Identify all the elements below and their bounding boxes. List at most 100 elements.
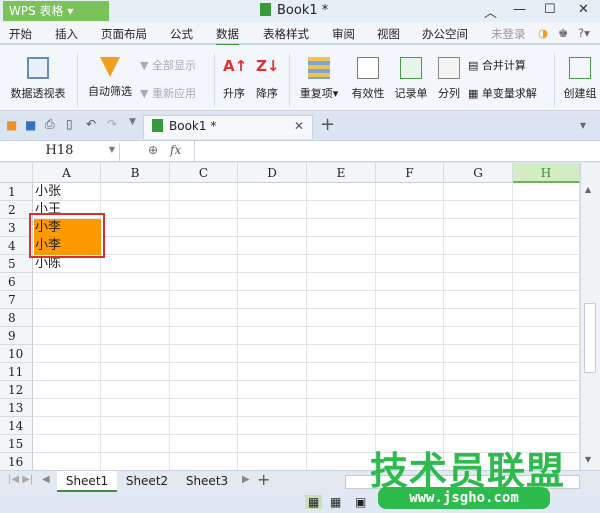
row-header-15[interactable]: 15 (0, 435, 33, 453)
menu-formula[interactable]: 公式 (170, 26, 193, 42)
label: 创建组 (563, 87, 597, 100)
row-header-16[interactable]: 16 (0, 453, 33, 471)
page-layout-view-icon[interactable]: ▣ (355, 495, 366, 509)
row-header-8[interactable]: 8 (0, 309, 33, 327)
page-break-view-icon[interactable]: ▦ (330, 495, 341, 509)
duplicates-button[interactable]: 重复项▾ (296, 57, 342, 101)
chevron-down-icon[interactable]: ▼ (109, 145, 115, 154)
help-icon[interactable]: ?▾ (578, 26, 590, 40)
gridline (33, 416, 580, 417)
menu-table-style[interactable]: 表格样式 (263, 26, 309, 42)
gridline (33, 308, 580, 309)
watermark-url: www.jsgho.com (378, 487, 550, 509)
sheet-tab-sheet3[interactable]: Sheet3 (177, 471, 237, 492)
open-icon[interactable]: ■ (6, 118, 17, 132)
spreadsheet-grid[interactable]: A B C D E F G H 1 2 3 4 5 6 7 8 9 10 11 12 13 14 15 16 小张 小王 小李 小李小… (0, 163, 580, 471)
title-text: Book1 * (277, 3, 329, 18)
row-header-10[interactable]: 10 (0, 345, 33, 363)
first-sheet-icon[interactable]: |◀ ▶| (8, 474, 33, 485)
consolidate-button[interactable]: ▤ 合并计算 (468, 57, 526, 73)
fx-insert-function-button[interactable]: fx (170, 143, 181, 157)
record-form-button[interactable]: 记录单 (393, 57, 429, 101)
cell-a1[interactable]: 小张 (34, 183, 101, 201)
next-sheet-icon[interactable]: ▶ (242, 474, 250, 485)
column-header-b[interactable]: B (101, 163, 170, 183)
row-header-13[interactable]: 13 (0, 399, 33, 417)
sort-descending-button[interactable]: Z↓ 降序 (253, 57, 281, 101)
sheet-tab-sheet2[interactable]: Sheet2 (117, 471, 177, 492)
scroll-down-icon[interactable]: ▼ (585, 455, 591, 464)
document-tab[interactable]: Book1 * ✕ (143, 115, 313, 139)
ribbon-collapse-icon[interactable]: ︿ (484, 2, 497, 21)
divider (214, 53, 215, 107)
row-header-6[interactable]: 6 (0, 273, 33, 291)
prev-sheet-icon[interactable]: ◀ (42, 474, 50, 485)
show-all-button[interactable]: ▼ 全部显示 (140, 57, 196, 73)
reapply-button[interactable]: ▼ 重新应用 (140, 85, 196, 101)
add-sheet-icon[interactable]: + (257, 470, 270, 489)
menu-review[interactable]: 审阅 (332, 26, 355, 42)
print-preview-icon[interactable]: ▯ (66, 117, 73, 131)
pivot-table-icon (27, 57, 49, 79)
pivot-table-button[interactable]: 数据透视表 (8, 57, 68, 101)
menu-insert[interactable]: 插入 (55, 26, 78, 42)
close-tab-icon[interactable]: ✕ (294, 119, 304, 133)
undo-icon[interactable]: ↶ (86, 117, 96, 131)
gridline (169, 183, 170, 471)
maximize-button[interactable]: ☐ (544, 2, 556, 17)
login-link[interactable]: 未登录 (491, 26, 526, 42)
sheet-tab-sheet1[interactable]: Sheet1 (57, 471, 117, 492)
menu-page-layout[interactable]: 页面布局 (101, 26, 147, 42)
tab-label: Book1 * (169, 119, 217, 133)
normal-view-icon[interactable]: ▦ (305, 495, 323, 509)
menu-view[interactable]: 视图 (377, 26, 400, 42)
goal-seek-button[interactable]: ▦ 单变量求解 (468, 85, 537, 101)
formula-input[interactable] (194, 141, 600, 161)
label: 记录单 (394, 87, 428, 100)
menu-start[interactable]: 开始 (9, 26, 32, 42)
column-header-f[interactable]: F (376, 163, 444, 183)
menu-data[interactable]: 数据 (216, 26, 239, 46)
column-header-e[interactable]: E (307, 163, 376, 183)
divider (77, 53, 78, 107)
row-header-12[interactable]: 12 (0, 381, 33, 399)
close-button[interactable]: ✕ (578, 2, 589, 17)
minimize-button[interactable]: — (513, 2, 526, 17)
label: 降序 (256, 87, 278, 100)
wps-app-menu-button[interactable]: WPS 表格 ▾ (3, 1, 109, 21)
scroll-thumb[interactable] (584, 303, 596, 373)
row-header-14[interactable]: 14 (0, 417, 33, 435)
row-header-9[interactable]: 9 (0, 327, 33, 345)
row-header-1[interactable]: 1 (0, 183, 33, 201)
row-header-11[interactable]: 11 (0, 363, 33, 381)
quick-access-dropdown[interactable]: ▼ (129, 117, 136, 127)
text-to-columns-button[interactable]: 分列 (436, 57, 462, 101)
sort-ascending-button[interactable]: A↑ 升序 (220, 57, 248, 101)
select-all-corner[interactable] (0, 163, 33, 183)
new-tab-icon[interactable]: + (320, 114, 335, 135)
column-header-h[interactable]: H (513, 163, 580, 183)
zoom-formula-icon[interactable]: ⊕ (148, 143, 158, 157)
save-icon[interactable]: ■ (25, 118, 36, 132)
group-icon (569, 57, 591, 79)
gridline (33, 344, 580, 345)
row-header-7[interactable]: 7 (0, 291, 33, 309)
tab-menu-icon[interactable]: ▾ (580, 118, 586, 132)
vertical-scrollbar[interactable]: ▲ ▼ (580, 163, 600, 470)
create-group-button[interactable]: 创建组 (560, 57, 600, 101)
name-box[interactable]: H18 ▼ (0, 143, 120, 161)
column-header-c[interactable]: C (170, 163, 238, 183)
column-header-g[interactable]: G (444, 163, 513, 183)
scroll-up-icon[interactable]: ▲ (585, 185, 591, 194)
autofilter-button[interactable]: 自动筛选 (85, 57, 135, 99)
gridline (33, 272, 580, 273)
print-icon[interactable]: ⎙ (45, 117, 55, 132)
validity-button[interactable]: 有效性 (350, 57, 386, 101)
redo-icon[interactable]: ↷ (107, 117, 117, 131)
label: 单变量求解 (481, 87, 537, 100)
shirt-icon[interactable]: ♚ (558, 26, 568, 40)
column-header-a[interactable]: A (33, 163, 101, 183)
menu-office-space[interactable]: 办公空间 (422, 26, 468, 42)
column-header-d[interactable]: D (238, 163, 307, 183)
skin-icon[interactable]: ◑ (538, 26, 548, 40)
